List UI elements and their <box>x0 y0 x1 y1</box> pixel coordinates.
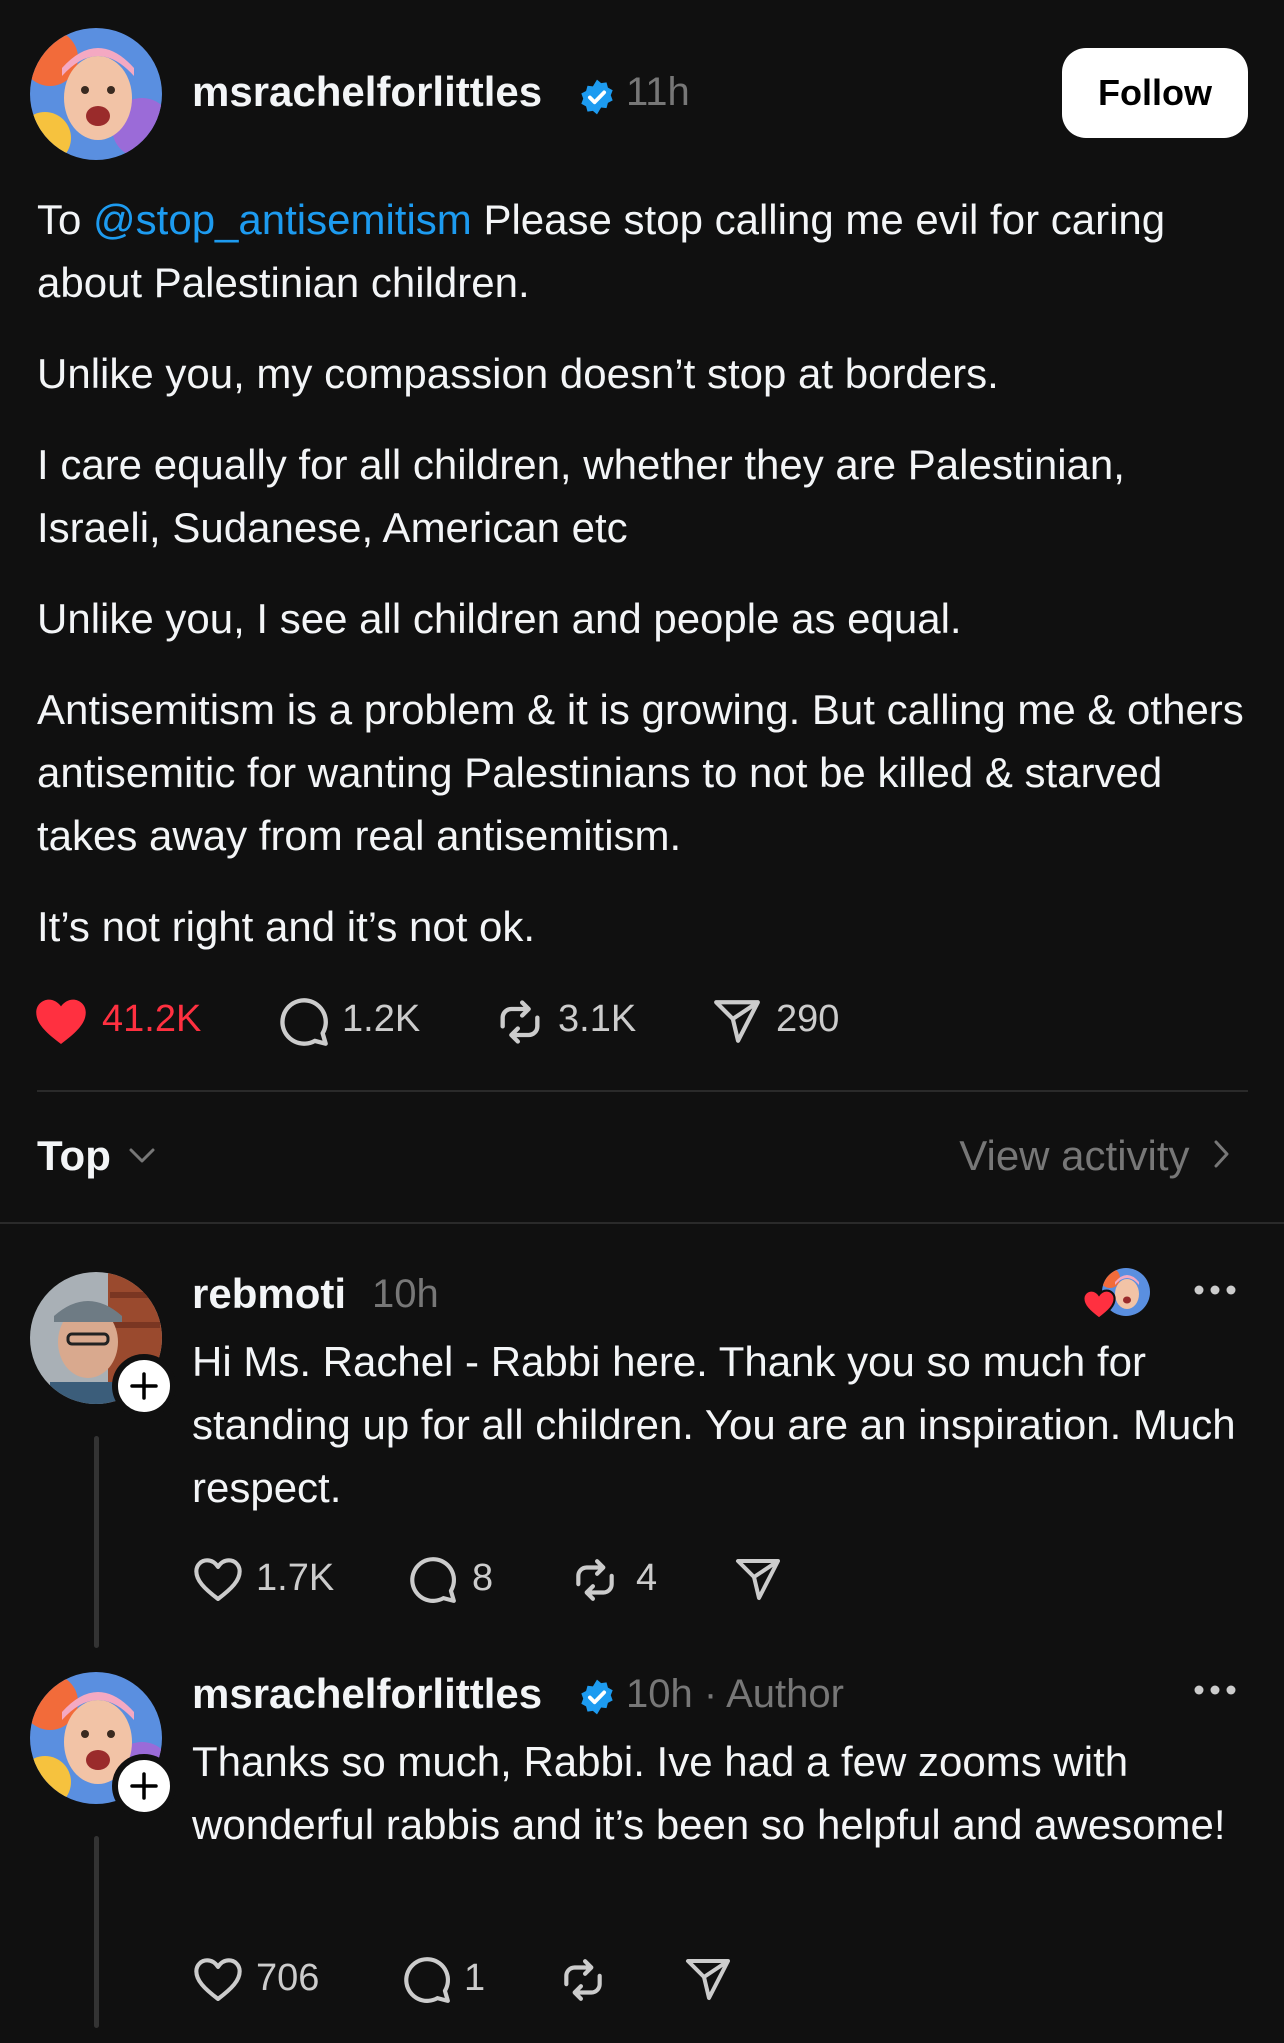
reply-time: 10h <box>372 1272 439 1316</box>
like-button[interactable]: 41.2K <box>34 996 214 1046</box>
plus-icon <box>130 1372 158 1400</box>
reply-text: Thanks so much, Rabbi. Ive had a few zoo… <box>192 1738 1226 1848</box>
comment-icon <box>280 998 328 1046</box>
reply-count: 8 <box>472 1557 494 1599</box>
repost-button[interactable] <box>558 1955 608 2005</box>
reply-button[interactable]: 1 <box>402 1955 502 2005</box>
repost-count: 4 <box>636 1557 658 1599</box>
like-button[interactable]: 1.7K <box>192 1555 342 1605</box>
send-icon <box>736 1559 780 1600</box>
chevron-down-icon <box>129 1148 155 1163</box>
heart-outline-icon <box>194 1558 242 1601</box>
post-paragraph-3: I care equally for all children, whether… <box>37 441 1125 551</box>
divider <box>37 1090 1248 1092</box>
comment-icon <box>410 1557 457 1603</box>
post-paragraph-2: Unlike you, my compassion doesn’t stop a… <box>37 350 999 397</box>
mention-link[interactable]: @stop_antisemitism <box>93 196 472 243</box>
follow-plus-button[interactable] <box>112 1354 176 1418</box>
follow-button[interactable]: Follow <box>1062 48 1248 138</box>
repost-count: 3.1K <box>558 998 637 1040</box>
reply-username[interactable]: msrachelforlittles <box>192 1670 542 1718</box>
share-button[interactable] <box>684 1955 734 2005</box>
reply-button[interactable]: 1.2K <box>278 996 438 1046</box>
sort-label: Top <box>37 1132 111 1179</box>
share-button[interactable] <box>734 1555 784 1605</box>
more-options-icon[interactable] <box>1192 1680 1238 1700</box>
share-count: 290 <box>776 998 840 1040</box>
post-paragraph-5: Antisemitism is a problem & it is growin… <box>37 686 1244 859</box>
send-icon <box>714 1000 760 1043</box>
reply-button[interactable]: 8 <box>408 1555 508 1605</box>
follow-plus-button[interactable] <box>112 1754 176 1818</box>
section-divider <box>0 1222 1284 1224</box>
post-time: 11h <box>626 70 690 114</box>
send-icon <box>686 1959 730 2000</box>
chevron-right-icon <box>1214 1140 1229 1168</box>
heart-outline-icon <box>194 1958 242 2001</box>
share-button[interactable]: 290 <box>712 996 872 1046</box>
more-options-icon[interactable] <box>1192 1280 1238 1300</box>
author-username[interactable]: msrachelforlittles <box>192 68 542 116</box>
reply-text: Hi Ms. Rachel - Rabbi here. Thank you so… <box>192 1338 1236 1511</box>
post-paragraph-4: Unlike you, I see all children and peopl… <box>37 595 962 642</box>
like-count: 41.2K <box>102 998 202 1040</box>
sort-dropdown[interactable]: Top <box>37 1132 157 1182</box>
repost-icon <box>576 1559 614 1601</box>
author-liked-indicator <box>1082 1268 1152 1320</box>
reply-count: 1 <box>464 1957 486 1999</box>
repost-icon <box>564 1959 602 2001</box>
verified-badge-icon <box>578 78 616 116</box>
reply-time: 10h · Author <box>626 1672 844 1716</box>
repost-icon <box>500 1000 540 1044</box>
post-body: To @stop_antisemitism Please stop callin… <box>37 188 1252 958</box>
thread-line <box>94 1836 99 2028</box>
plus-icon <box>130 1772 158 1800</box>
comment-icon <box>404 1957 451 2003</box>
repost-button[interactable]: 3.1K <box>494 996 654 1046</box>
view-activity-link[interactable]: View activity <box>959 1132 1232 1182</box>
author-avatar[interactable] <box>30 28 162 160</box>
thread-line <box>94 1436 99 1648</box>
repost-button[interactable]: 4 <box>570 1555 670 1605</box>
post-paragraph-6: It’s not right and it’s not ok. <box>37 903 536 950</box>
like-count: 706 <box>256 1957 320 1999</box>
verified-badge-icon <box>578 1678 616 1716</box>
author-tag: · Author <box>692 1672 844 1716</box>
reply-username[interactable]: rebmoti <box>192 1270 346 1318</box>
heart-filled-icon <box>1082 1289 1116 1320</box>
reply-count: 1.2K <box>342 998 421 1040</box>
post-paragraph-1: To @stop_antisemitism Please stop callin… <box>37 196 1166 306</box>
like-button[interactable]: 706 <box>192 1955 342 2005</box>
heart-filled-icon <box>36 999 86 1044</box>
like-count: 1.7K <box>256 1557 335 1599</box>
